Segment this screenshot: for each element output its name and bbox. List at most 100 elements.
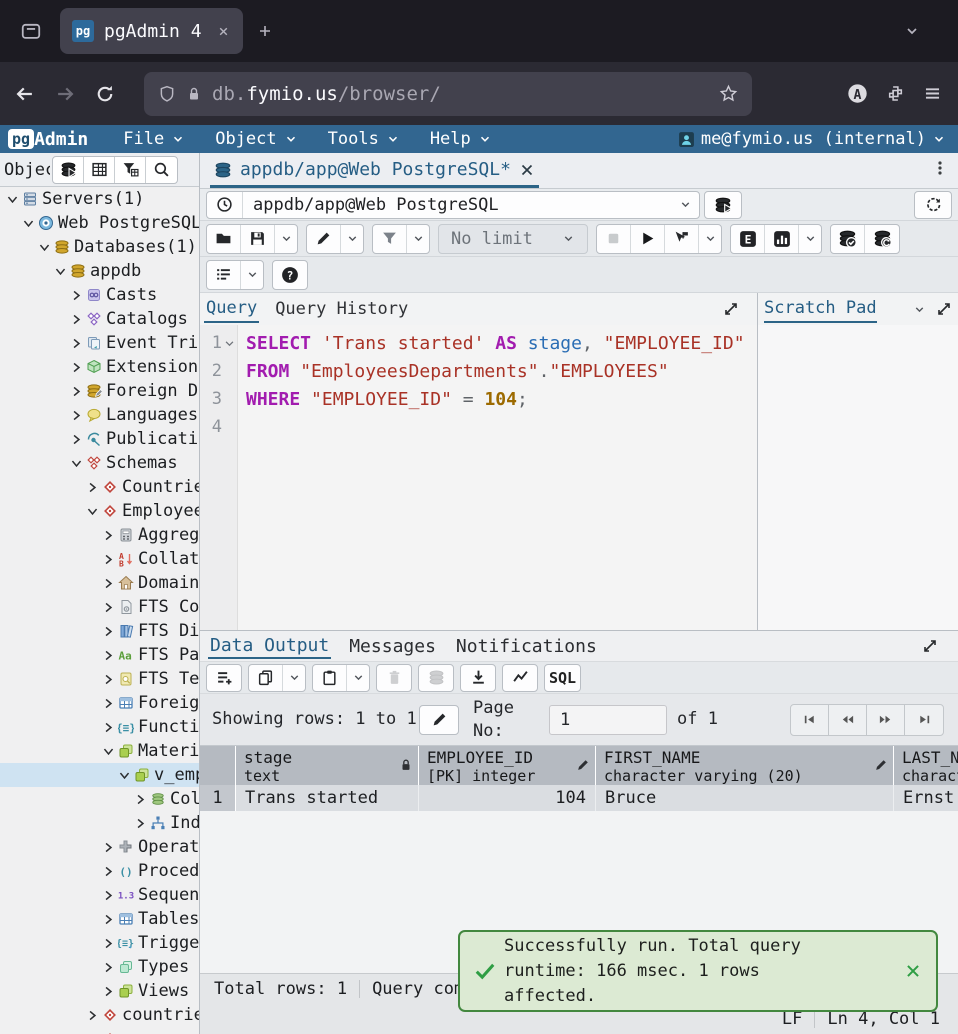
expand-chevron-icon[interactable] xyxy=(100,529,116,542)
save-results-button[interactable] xyxy=(461,665,495,691)
new-tab-button[interactable] xyxy=(257,23,273,39)
expand-chevron-icon[interactable] xyxy=(68,385,84,398)
stop-button[interactable] xyxy=(597,225,631,253)
bookmark-star-icon[interactable] xyxy=(719,84,738,103)
expand-chevron-icon[interactable] xyxy=(100,649,116,662)
query-tool-tab-close-icon[interactable] xyxy=(519,162,535,178)
scratch-pad-tab[interactable]: Scratch Pad xyxy=(764,295,877,323)
tracking-shield-icon[interactable] xyxy=(158,85,176,103)
expand-chevron-icon[interactable] xyxy=(68,409,84,422)
expand-chevron-icon[interactable] xyxy=(100,841,116,854)
tree-item-web-postgresql[interactable]: Web PostgreSQL xyxy=(0,211,199,235)
tree-item-aggregates[interactable]: Aggregates xyxy=(0,523,199,547)
tree-item-fts-dictionaries[interactable]: FTS Dictionaries xyxy=(0,619,199,643)
editor-code[interactable]: SELECT 'Trans started' AS stage, "EMPLOY… xyxy=(238,325,757,630)
open-file-button[interactable] xyxy=(207,225,241,253)
tree-item-catalogs[interactable]: Catalogs xyxy=(0,307,199,331)
tree-item-extensions[interactable]: Extensions xyxy=(0,355,199,379)
connection-select[interactable]: appdb/app@Web PostgreSQL xyxy=(243,195,671,215)
expand-chevron-icon[interactable] xyxy=(100,865,116,878)
browser-tab[interactable]: pg pgAdmin 4 xyxy=(60,8,243,54)
table-row[interactable]: 1Trans started104BruceErnst xyxy=(200,785,958,811)
new-connection-button[interactable] xyxy=(704,191,742,219)
help-button[interactable]: ? xyxy=(272,260,308,290)
view-data-button[interactable] xyxy=(84,157,115,183)
editor-expand-icon[interactable] xyxy=(723,301,739,317)
tab-notifications[interactable]: Notifications xyxy=(454,635,599,658)
expand-chevron-icon[interactable] xyxy=(100,673,116,686)
filter-options-dropdown[interactable] xyxy=(407,225,429,253)
column-header-employee_id[interactable]: EMPLOYEE_ID[PK] integer xyxy=(419,746,596,785)
row-limit-select[interactable]: No limit xyxy=(438,224,588,254)
save-file-button[interactable] xyxy=(241,225,275,253)
edit-button[interactable] xyxy=(307,225,341,253)
tab-query[interactable]: Query xyxy=(204,295,259,323)
expand-chevron-icon[interactable] xyxy=(84,481,100,494)
expand-chevron-icon[interactable] xyxy=(116,769,132,782)
tree-item-servers-1-[interactable]: Servers(1) xyxy=(0,187,199,211)
expand-chevron-icon[interactable] xyxy=(100,745,116,758)
sql-editor[interactable]: 1234 SELECT 'Trans started' AS stage, "E… xyxy=(200,325,757,630)
edit-options-dropdown[interactable] xyxy=(341,225,363,253)
menu-object[interactable]: Object xyxy=(215,129,297,149)
expand-chevron-icon[interactable] xyxy=(100,721,116,734)
expand-chevron-icon[interactable] xyxy=(68,457,84,470)
tree-item-publications[interactable]: Publications xyxy=(0,427,199,451)
back-button[interactable] xyxy=(10,79,40,109)
user-menu[interactable]: me@fymio.us (internal) xyxy=(678,129,946,149)
paste-options-dropdown[interactable] xyxy=(347,665,369,691)
menu-icon[interactable] xyxy=(923,84,942,103)
tab-list-chevron-icon[interactable] xyxy=(904,23,920,39)
query-tool-button[interactable] xyxy=(53,157,84,183)
reset-layout-button[interactable] xyxy=(914,191,952,219)
tree-item-views[interactable]: Views xyxy=(0,979,199,1003)
first-page-button[interactable] xyxy=(791,705,829,735)
tree-item-countries[interactable]: countries xyxy=(0,1003,199,1027)
tree-item-appdb[interactable]: appdb xyxy=(0,259,199,283)
execute-options-button[interactable] xyxy=(665,225,699,253)
forward-button[interactable] xyxy=(50,79,80,109)
tree-item-countries[interactable]: Countries xyxy=(0,475,199,499)
execute-button[interactable] xyxy=(631,225,665,253)
delete-rows-button[interactable] xyxy=(377,665,411,691)
filter-button[interactable] xyxy=(373,225,407,253)
row-number-cell[interactable]: 1 xyxy=(200,785,236,811)
expand-chevron-icon[interactable] xyxy=(100,985,116,998)
toast-close-icon[interactable] xyxy=(904,962,922,980)
expand-chevron-icon[interactable] xyxy=(100,601,116,614)
expand-chevron-icon[interactable] xyxy=(84,1009,100,1022)
tab-close-icon[interactable] xyxy=(216,24,231,39)
url-bar[interactable]: db.fymio.us/browser/ xyxy=(144,72,752,116)
tree-item-tables[interactable]: Tables xyxy=(0,907,199,931)
next-page-button[interactable] xyxy=(867,705,905,735)
expand-chevron-icon[interactable] xyxy=(68,361,84,374)
macros-dropdown[interactable] xyxy=(241,261,263,289)
expand-chevron-icon[interactable] xyxy=(68,433,84,446)
add-row-button[interactable] xyxy=(207,665,241,691)
query-tool-tab[interactable]: appdb/app@Web PostgreSQL* xyxy=(210,156,539,188)
table-cell[interactable]: 104 xyxy=(419,785,596,811)
expand-chevron-icon[interactable] xyxy=(100,553,116,566)
explain-options-dropdown[interactable] xyxy=(799,225,821,253)
tab-messages[interactable]: Messages xyxy=(347,635,438,658)
output-expand-icon[interactable] xyxy=(922,638,938,654)
copy-button[interactable] xyxy=(249,665,283,691)
firefox-view-icon[interactable] xyxy=(18,20,44,42)
tree-item-functions[interactable]: {≡}Functions xyxy=(0,715,199,739)
graph-visualiser-button[interactable] xyxy=(503,665,537,691)
expand-chevron-icon[interactable] xyxy=(4,193,20,206)
tree-item-databases-1-[interactable]: Databases(1) xyxy=(0,235,199,259)
tree-item-fts-templates[interactable]: FTS Templates xyxy=(0,667,199,691)
extensions-icon[interactable] xyxy=(886,84,905,103)
connection-history-icon[interactable] xyxy=(207,192,243,218)
expand-chevron-icon[interactable] xyxy=(100,937,116,950)
paste-button[interactable] xyxy=(313,665,347,691)
code-fold-icon[interactable] xyxy=(222,338,236,349)
tree-item-types[interactable]: Types xyxy=(0,955,199,979)
copy-options-dropdown[interactable] xyxy=(283,665,305,691)
connection-chevron-icon[interactable] xyxy=(671,198,699,211)
expand-chevron-icon[interactable] xyxy=(68,337,84,350)
tree-item-procedures[interactable]: ()Procedures xyxy=(0,859,199,883)
table-cell[interactable]: Bruce xyxy=(596,785,894,811)
tree-item-casts[interactable]: Casts xyxy=(0,283,199,307)
